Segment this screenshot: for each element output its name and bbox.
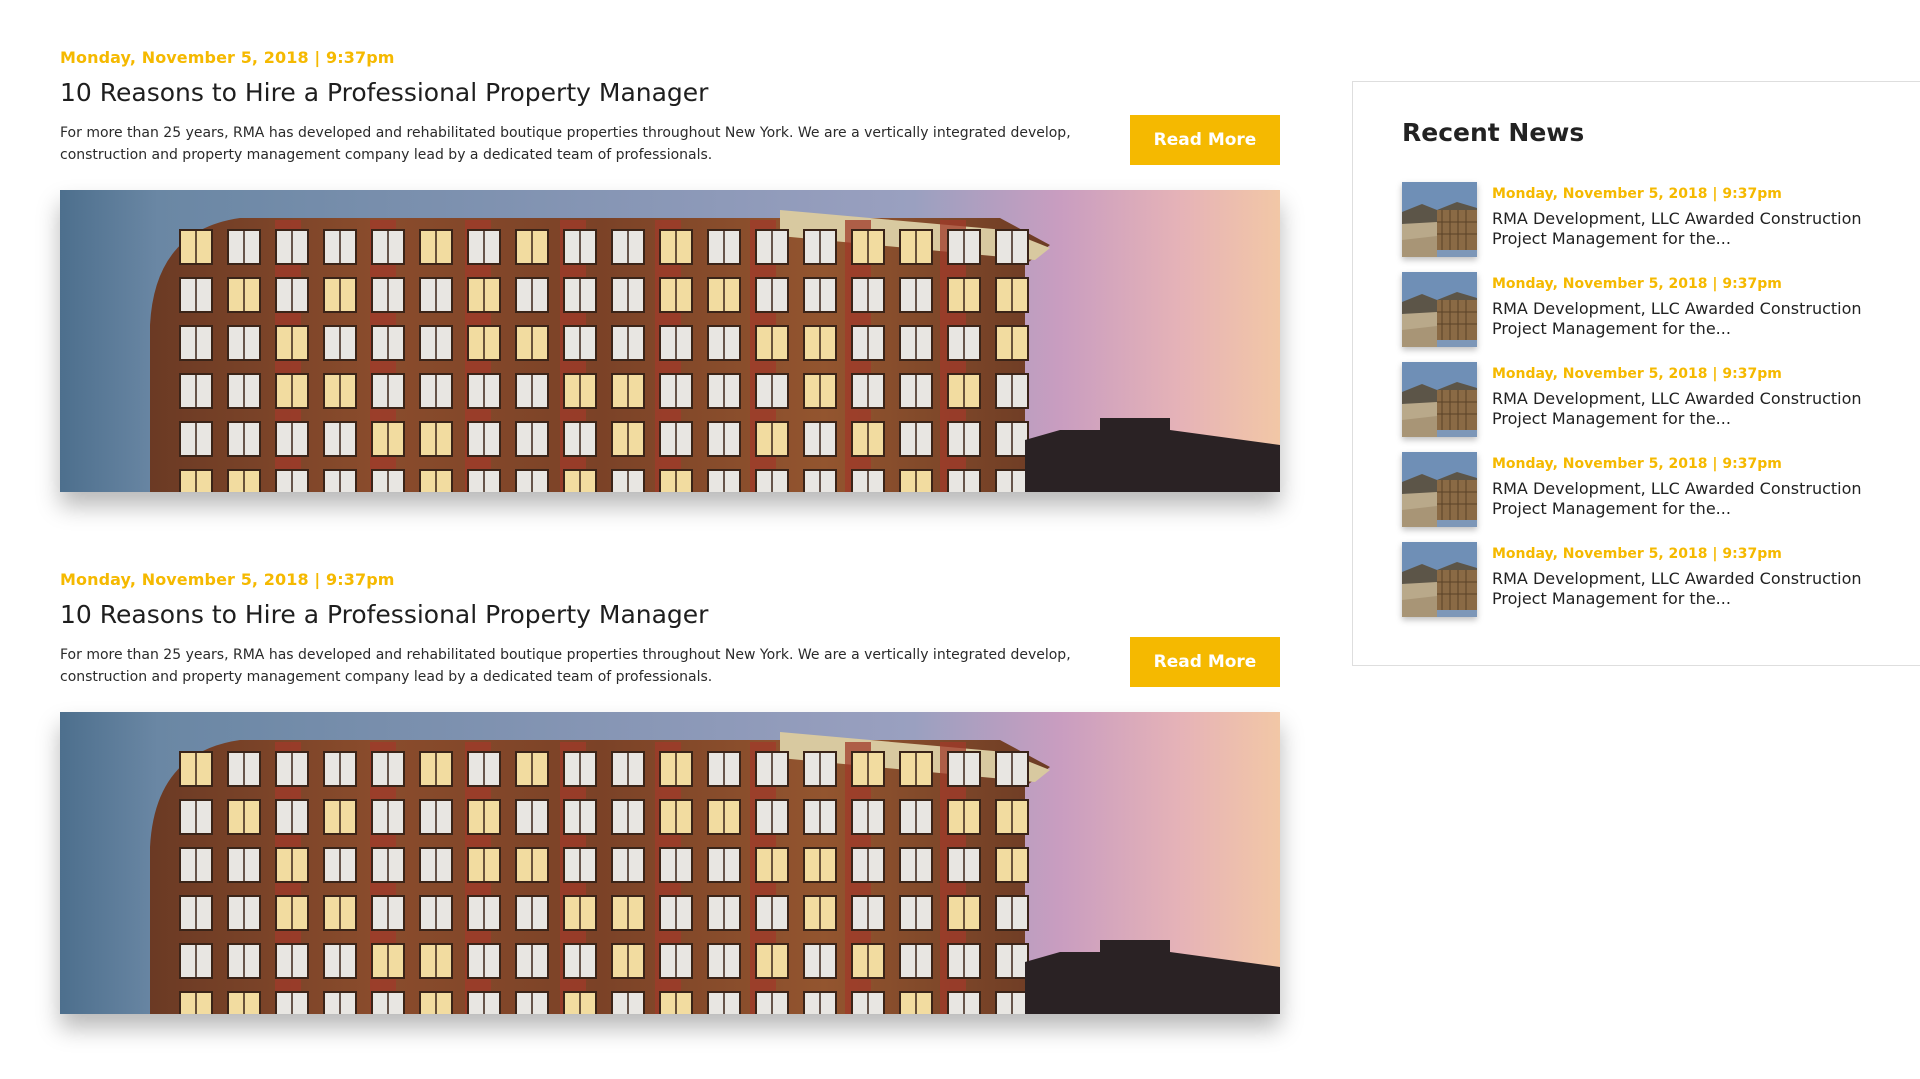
- news-date: Monday, November 5, 2018 | 9:37pm: [1492, 276, 1782, 292]
- news-item[interactable]: Monday, November 5, 2018 | 9:37pm RMA De…: [1402, 272, 1882, 348]
- article-title[interactable]: 10 Reasons to Hire a Professional Proper…: [60, 78, 708, 107]
- news-thumbnail[interactable]: [1402, 182, 1477, 257]
- news-thumbnail[interactable]: [1402, 542, 1477, 617]
- news-title[interactable]: RMA Development, LLC Awarded Constructio…: [1492, 209, 1862, 249]
- news-item[interactable]: Monday, November 5, 2018 | 9:37pm RMA De…: [1402, 542, 1882, 618]
- article-excerpt: For more than 25 years, RMA has develope…: [60, 125, 1071, 163]
- recent-news-sidebar: Recent News Monday, November 5, 2018 | 9…: [1352, 81, 1920, 666]
- read-more-button[interactable]: Read More: [1130, 637, 1280, 687]
- article-date: Monday, November 5, 2018 | 9:37pm: [60, 48, 395, 67]
- article-excerpt: For more than 25 years, RMA has develope…: [60, 647, 1071, 685]
- news-date: Monday, November 5, 2018 | 9:37pm: [1492, 186, 1782, 202]
- article-image[interactable]: [60, 712, 1280, 1014]
- news-item[interactable]: Monday, November 5, 2018 | 9:37pm RMA De…: [1402, 182, 1882, 258]
- news-thumbnail[interactable]: [1402, 362, 1477, 437]
- article-image[interactable]: [60, 190, 1280, 492]
- news-title[interactable]: RMA Development, LLC Awarded Constructio…: [1492, 569, 1862, 609]
- news-date: Monday, November 5, 2018 | 9:37pm: [1492, 366, 1782, 382]
- article-date: Monday, November 5, 2018 | 9:37pm: [60, 570, 395, 589]
- read-more-button[interactable]: Read More: [1130, 115, 1280, 165]
- news-title[interactable]: RMA Development, LLC Awarded Constructio…: [1492, 299, 1862, 339]
- news-date: Monday, November 5, 2018 | 9:37pm: [1492, 546, 1782, 562]
- article-card: Monday, November 5, 2018 | 9:37pm 10 Rea…: [60, 570, 1280, 1014]
- news-item[interactable]: Monday, November 5, 2018 | 9:37pm RMA De…: [1402, 362, 1882, 438]
- article-title[interactable]: 10 Reasons to Hire a Professional Proper…: [60, 600, 708, 629]
- news-title[interactable]: RMA Development, LLC Awarded Constructio…: [1492, 479, 1862, 519]
- sidebar-title: Recent News: [1402, 118, 1585, 147]
- news-thumbnail[interactable]: [1402, 272, 1477, 347]
- news-date: Monday, November 5, 2018 | 9:37pm: [1492, 456, 1782, 472]
- page: Monday, November 5, 2018 | 9:37pm 10 Rea…: [0, 0, 1920, 1079]
- article-card: Monday, November 5, 2018 | 9:37pm 10 Rea…: [60, 48, 1280, 492]
- news-title[interactable]: RMA Development, LLC Awarded Constructio…: [1492, 389, 1862, 429]
- news-thumbnail[interactable]: [1402, 452, 1477, 527]
- news-item[interactable]: Monday, November 5, 2018 | 9:37pm RMA De…: [1402, 452, 1882, 528]
